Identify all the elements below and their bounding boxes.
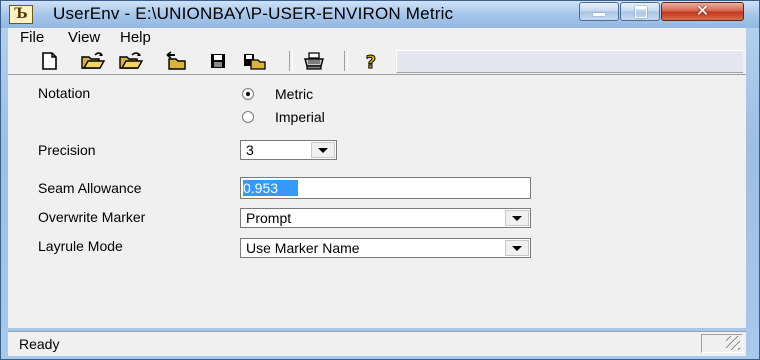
close-icon: ✕: [695, 1, 710, 20]
maximize-icon: [635, 6, 647, 18]
toolbar: ?: [8, 48, 746, 75]
notation-label: Notation: [38, 85, 91, 101]
print-button[interactable]: [302, 51, 324, 71]
menu-bar: File View Help: [8, 28, 746, 48]
imperial-radio-label[interactable]: Imperial: [275, 109, 325, 125]
precision-value: 3: [246, 142, 254, 158]
imperial-radio[interactable]: [242, 111, 254, 123]
save-all-button[interactable]: [242, 51, 266, 71]
chevron-down-icon[interactable]: [311, 142, 335, 158]
overwrite-marker-select[interactable]: Prompt: [240, 208, 531, 228]
toolbar-empty-area: [396, 50, 743, 73]
maximize-button[interactable]: [620, 2, 660, 21]
new-document-icon: [42, 52, 57, 70]
metric-radio-label[interactable]: Metric: [275, 86, 313, 102]
new-button[interactable]: [39, 51, 61, 71]
precision-select[interactable]: 3: [240, 140, 337, 160]
seam-allowance-label: Seam Allowance: [38, 180, 142, 196]
import-button[interactable]: [165, 51, 187, 71]
menu-file[interactable]: File: [20, 29, 44, 46]
open-button[interactable]: [81, 51, 106, 71]
import-icon: [166, 51, 186, 70]
precision-label: Precision: [38, 142, 96, 158]
layrule-mode-select[interactable]: Use Marker Name: [240, 238, 531, 258]
overwrite-marker-value: Prompt: [246, 210, 292, 226]
seam-allowance-input[interactable]: [243, 179, 523, 197]
open-folder-icon: [81, 52, 106, 69]
app-window: Ъ UserEnv - E:\UNIONBAY\P-USER-ENVIRON M…: [0, 0, 760, 360]
menu-help[interactable]: Help: [120, 29, 151, 46]
toolbar-separator: [289, 51, 293, 71]
close-button[interactable]: ✕: [661, 1, 744, 21]
chevron-down-icon[interactable]: [505, 240, 529, 256]
app-icon[interactable]: Ъ: [9, 5, 33, 24]
help-button[interactable]: ?: [360, 51, 382, 74]
settings-panel: Notation Metric Imperial Precision 3 Sea…: [8, 75, 746, 328]
minimize-icon: [593, 13, 605, 16]
menu-view[interactable]: View: [68, 29, 100, 46]
chevron-down-icon[interactable]: [505, 210, 529, 226]
print-icon: [304, 52, 324, 70]
seam-allowance-field[interactable]: [240, 177, 531, 199]
layrule-mode-value: Use Marker Name: [246, 240, 360, 256]
help-icon: ?: [365, 52, 376, 74]
save-button[interactable]: [207, 51, 229, 71]
metric-radio[interactable]: [242, 88, 254, 100]
status-bar: Ready: [8, 331, 746, 356]
status-panel: [701, 334, 743, 353]
layrule-mode-label: Layrule Mode: [38, 238, 123, 254]
help-glyph: ?: [366, 52, 376, 71]
toolbar-separator: [344, 51, 348, 71]
save-icon: [211, 54, 225, 68]
title-bar[interactable]: Ъ UserEnv - E:\UNIONBAY\P-USER-ENVIRON M…: [1, 1, 759, 28]
resize-grip-icon[interactable]: [726, 336, 740, 350]
overwrite-marker-label: Overwrite Marker: [38, 209, 146, 225]
save-all-icon: [244, 54, 266, 70]
open-folder-alt-icon: [119, 52, 144, 69]
status-text: Ready: [19, 336, 60, 352]
window-title: UserEnv - E:\UNIONBAY\P-USER-ENVIRON Met…: [53, 4, 454, 23]
minimize-button[interactable]: [579, 2, 619, 21]
open-alt-button[interactable]: [119, 51, 144, 71]
